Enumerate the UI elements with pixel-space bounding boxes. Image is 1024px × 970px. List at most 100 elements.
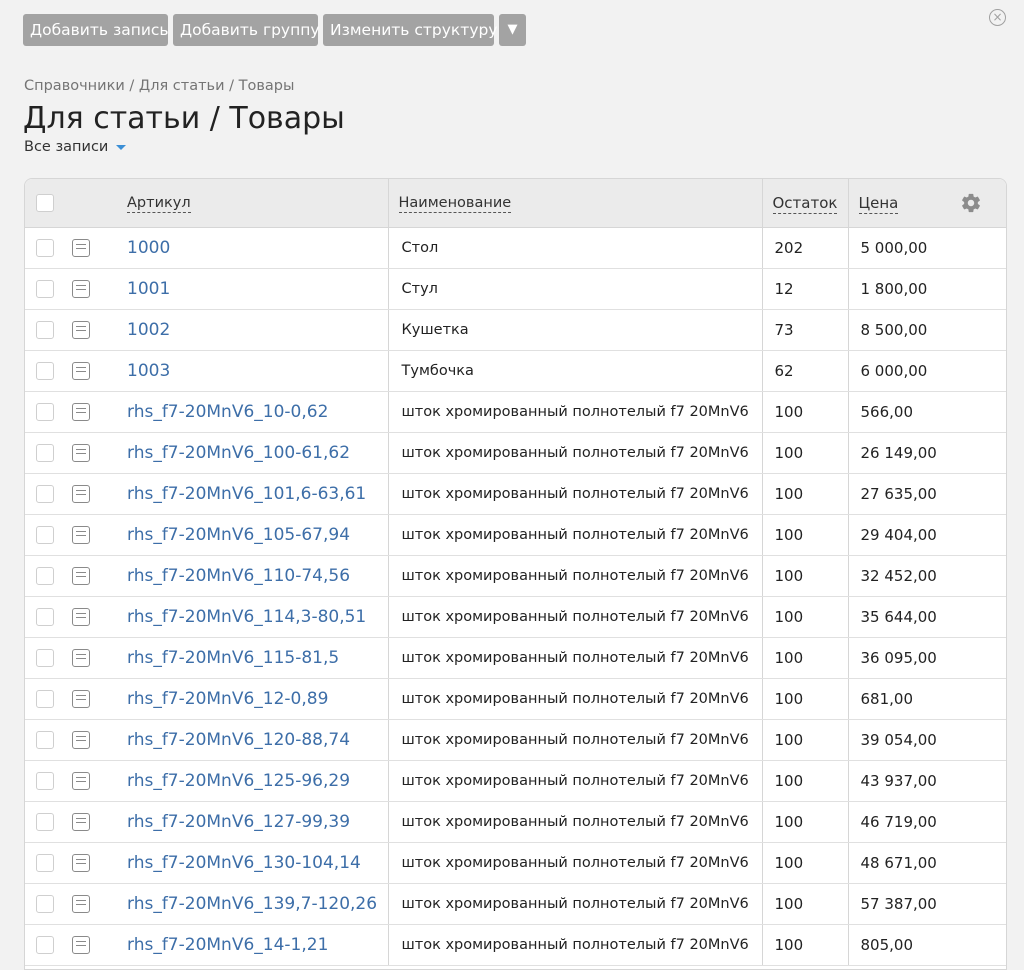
table-row[interactable]: rhs_f7-20MnV6_12-0,89 шток хромированный … [25,678,1006,720]
table-row[interactable]: rhs_f7-20MnV6_127-99,39 шток хромированны… [25,801,1006,843]
record-card-icon[interactable] [72,361,90,380]
price-cell: 46 719,00 [847,801,1006,843]
sku-cell: rhs_f7-20MnV6_127-99,39 [127,801,388,843]
row-checkbox[interactable] [36,279,54,298]
sku-link[interactable]: rhs_f7-20MnV6_139,7-120,26 [127,894,377,914]
row-checkbox[interactable] [36,361,54,380]
row-checkbox[interactable] [36,525,54,544]
table-row[interactable]: rhs_f7-20MnV6_125-96,29 шток хромированны… [25,760,1006,802]
table-row[interactable]: rhs_f7-20MnV6_105-67,94 шток хромированны… [25,514,1006,556]
sku-link[interactable]: 1001 [127,279,170,299]
sku-link[interactable]: rhs_f7-20MnV6_125-96,29 [127,771,350,791]
sku-link[interactable]: rhs_f7-20MnV6_12-0,89 [127,689,328,709]
name-cell: шток хромированный полнотелый f7 20MnV6 [387,596,762,638]
table-row[interactable]: 1003 Тумбочка 62 6 000,00 [25,350,1006,392]
gear-icon[interactable] [960,192,982,214]
record-card-icon[interactable] [72,607,90,626]
sku-link[interactable]: 1002 [127,320,170,340]
table-row[interactable]: rhs_f7-20MnV6_130-104,14 шток хромированн… [25,842,1006,884]
row-select-cell [25,596,70,638]
stock-cell: 100 [761,883,848,925]
table-row[interactable]: rhs_f7-20MnV6_101,6-63,61 шток хромирован… [25,473,1006,515]
row-checkbox[interactable] [36,689,54,708]
row-checkbox[interactable] [36,607,54,626]
row-checkbox[interactable] [36,402,54,421]
more-actions-dropdown-button[interactable]: ▼ [499,14,526,46]
row-checkbox[interactable] [36,648,54,667]
record-card-icon[interactable] [72,648,90,667]
price-cell: 29 404,00 [847,514,1006,556]
record-card-icon[interactable] [72,730,90,749]
close-icon[interactable]: × [989,9,1006,26]
name-cell: шток хромированный полнотелый f7 20MnV6 [387,760,762,802]
table-row[interactable]: rhs_f7-20MnV6_100-61,62 шток хромированны… [25,432,1006,474]
sku-link[interactable]: 1003 [127,361,170,381]
table-row[interactable]: 1002 Кушетка 73 8 500,00 [25,309,1006,351]
row-checkbox[interactable] [36,238,54,257]
toolbar: Добавить запись Добавить группу Изменить… [23,14,531,46]
table-row[interactable]: rhs_f7-20MnV6_139,7-120,26 шток хромирова… [25,883,1006,925]
column-header-stock[interactable]: Остаток [761,179,848,228]
records-filter-dropdown[interactable]: Все записи [24,139,127,155]
table-row[interactable]: rhs_f7-20MnV6_120-88,74 шток хромированны… [25,719,1006,761]
row-checkbox[interactable] [36,730,54,749]
sku-link[interactable]: rhs_f7-20MnV6_14-1,21 [127,935,328,955]
table-row[interactable]: rhs_f7-20MnV6_115-81,5 шток хромированный… [25,637,1006,679]
record-card-icon[interactable] [72,689,90,708]
column-header-name[interactable]: Наименование [387,179,762,228]
row-checkbox[interactable] [36,771,54,790]
table-row[interactable]: rhs_f7-20MnV6_14-1,21 шток хромированный … [25,924,1006,966]
price-cell: 27 635,00 [847,473,1006,515]
row-checkbox[interactable] [36,812,54,831]
record-card-icon[interactable] [72,320,90,339]
record-card-icon[interactable] [72,443,90,462]
sku-cell: 1003 [127,350,388,392]
row-checkbox[interactable] [36,566,54,585]
row-checkbox[interactable] [36,894,54,913]
stock-cell: 100 [761,678,848,720]
table-row[interactable]: rhs_f7-20MnV6_114,3-80,51 шток хромирован… [25,596,1006,638]
sku-link[interactable]: rhs_f7-20MnV6_115-81,5 [127,648,339,668]
record-card-icon[interactable] [72,484,90,503]
record-card-icon[interactable] [72,279,90,298]
record-card-icon[interactable] [72,894,90,913]
table-row[interactable]: 1001 Стул 12 1 800,00 [25,268,1006,310]
record-card-icon[interactable] [72,812,90,831]
row-icon-cell [70,883,127,925]
table-row[interactable]: 1000 Стол 202 5 000,00 [25,227,1006,269]
record-card-icon[interactable] [72,853,90,872]
sku-link[interactable]: rhs_f7-20MnV6_105-67,94 [127,525,350,545]
stock-cell: 100 [761,801,848,843]
record-card-icon[interactable] [72,525,90,544]
table-row[interactable]: rhs_f7-20MnV6_10-0,62 шток хромированный … [25,391,1006,433]
record-card-icon[interactable] [72,771,90,790]
row-checkbox[interactable] [36,853,54,872]
row-checkbox[interactable] [36,484,54,503]
select-all-checkbox[interactable] [36,193,54,212]
sku-link[interactable]: rhs_f7-20MnV6_127-99,39 [127,812,350,832]
row-checkbox[interactable] [36,320,54,339]
sku-link[interactable]: rhs_f7-20MnV6_114,3-80,51 [127,607,366,627]
record-card-icon[interactable] [72,566,90,585]
sku-link[interactable]: rhs_f7-20MnV6_101,6-63,61 [127,484,366,504]
sku-link[interactable]: rhs_f7-20MnV6_130-104,14 [127,853,361,873]
column-header-price[interactable]: Цена [847,179,1006,228]
sku-link[interactable]: rhs_f7-20MnV6_120-88,74 [127,730,350,750]
sku-link[interactable]: rhs_f7-20MnV6_100-61,62 [127,443,350,463]
row-checkbox[interactable] [36,443,54,462]
sku-link[interactable]: 1000 [127,238,170,258]
price-cell: 1 800,00 [847,268,1006,310]
record-card-icon[interactable] [72,238,90,257]
add-group-button[interactable]: Добавить группу [173,14,320,46]
row-icon-cell [70,391,127,433]
column-header-sku[interactable]: Артикул [127,179,388,228]
record-card-icon[interactable] [72,402,90,421]
change-structure-button[interactable]: Изменить структуру [323,14,498,46]
row-icon-cell [70,514,127,556]
name-cell: шток хромированный полнотелый f7 20MnV6 [387,432,762,474]
sku-link[interactable]: rhs_f7-20MnV6_10-0,62 [127,402,328,422]
add-record-button[interactable]: Добавить запись [23,14,169,46]
table-row[interactable]: rhs_f7-20MnV6_110-74,56 шток хромированны… [25,555,1006,597]
stock-cell: 100 [761,514,848,556]
sku-link[interactable]: rhs_f7-20MnV6_110-74,56 [127,566,350,586]
